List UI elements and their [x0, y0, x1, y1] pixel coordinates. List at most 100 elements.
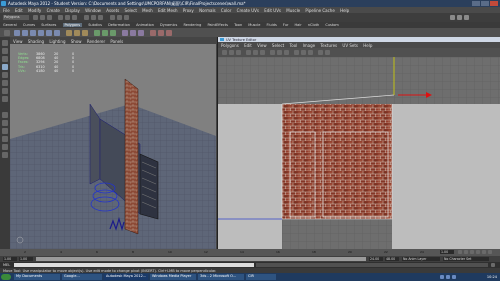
uv-grid-icon[interactable] — [284, 50, 289, 55]
play-forwards-icon[interactable] — [476, 250, 480, 254]
shelf-tab-subdivs[interactable]: Subdivs — [88, 23, 102, 27]
maximize-icon[interactable] — [481, 1, 489, 6]
uv-planar-map-icon[interactable] — [150, 30, 156, 36]
channel-box-icon[interactable] — [464, 15, 469, 20]
persp-graph-layout-icon[interactable] — [2, 136, 8, 142]
select-tool-icon[interactable] — [2, 40, 8, 46]
shelf-tab-animation[interactable]: Animation — [136, 23, 154, 27]
shelf-menu-icon[interactable] — [4, 30, 10, 36]
rotate-tool-icon[interactable] — [2, 72, 8, 78]
append-polygon-icon[interactable] — [110, 30, 116, 36]
close-icon[interactable] — [490, 1, 498, 6]
persp-outliner-layout-icon[interactable] — [2, 128, 8, 134]
uv-cut-icon[interactable] — [246, 50, 251, 55]
paint-select-tool-icon[interactable] — [2, 56, 8, 62]
uv-layout-icon[interactable] — [270, 50, 275, 55]
hypershade-layout-icon[interactable] — [2, 144, 8, 150]
shelf-tab-fur[interactable]: Fur — [283, 23, 288, 27]
play-backwards-icon[interactable] — [470, 250, 474, 254]
save-scene-icon[interactable] — [47, 15, 52, 20]
snap-curve-icon[interactable] — [91, 15, 96, 20]
tool-settings-icon[interactable] — [457, 15, 462, 20]
split-polygon-icon[interactable] — [130, 30, 136, 36]
uv-flip-v-icon[interactable] — [229, 50, 234, 55]
scale-tool-icon[interactable] — [2, 80, 8, 86]
panel-menu-show[interactable]: Show — [71, 39, 82, 44]
panel-menu-panels[interactable]: Panels — [110, 39, 123, 44]
poly-torus-icon[interactable] — [54, 30, 60, 36]
uv-sew-icon[interactable] — [253, 50, 258, 55]
render-icon[interactable] — [110, 15, 115, 20]
shelf-tab-dynamics[interactable]: Dynamics — [160, 23, 177, 27]
ipr-render-icon[interactable] — [117, 15, 122, 20]
tray-volume-icon[interactable] — [446, 275, 450, 279]
poly-cone-icon[interactable] — [38, 30, 44, 36]
uv-cylindrical-map-icon[interactable] — [158, 30, 164, 36]
taskbar-button[interactable]: Windows Media Player — [150, 274, 196, 280]
extract-icon[interactable] — [82, 30, 88, 36]
panel-menu-view[interactable]: View — [13, 39, 23, 44]
uv-dim-image-icon[interactable] — [308, 50, 313, 55]
uv-flip-u-icon[interactable] — [222, 50, 227, 55]
snap-point-icon[interactable] — [98, 15, 103, 20]
menu-set-dropdown[interactable]: Polygons — [3, 15, 29, 20]
shelf-tab-painteffects[interactable]: PaintEffects — [207, 23, 228, 27]
character-set-dropdown[interactable]: No Character Set — [443, 257, 489, 261]
uv-canvas[interactable] — [218, 57, 500, 249]
start-button-icon[interactable] — [1, 274, 11, 280]
shelf-tab-general[interactable]: General — [3, 23, 17, 27]
move-tool-icon[interactable] — [2, 64, 8, 70]
uv-spherical-map-icon[interactable] — [166, 30, 172, 36]
range-slider-bar[interactable] — [36, 257, 366, 261]
shelf-tab-rendering[interactable]: Rendering — [183, 23, 201, 27]
shelf-tab-ncloth[interactable]: nCloth — [308, 23, 319, 27]
uv-rotate-icon[interactable] — [236, 50, 241, 55]
insert-edge-loop-icon[interactable] — [138, 30, 144, 36]
go-to-start-icon[interactable] — [458, 250, 462, 254]
go-to-end-icon[interactable] — [488, 250, 492, 254]
open-scene-icon[interactable] — [40, 15, 45, 20]
start-time-field[interactable]: 1.00 — [3, 257, 17, 261]
render-settings-icon[interactable] — [124, 15, 129, 20]
taskbar-button[interactable]: My Documents — [14, 274, 60, 280]
select-hierarchy-icon[interactable] — [58, 15, 63, 20]
taskbar-button[interactable]: CIR — [246, 274, 276, 280]
playback-end-field[interactable]: 24.00 — [369, 257, 383, 261]
poly-sphere-icon[interactable] — [14, 30, 20, 36]
taskbar-button[interactable]: 3ds - 2 Microsoft O... — [198, 274, 244, 280]
lasso-tool-icon[interactable] — [2, 48, 8, 54]
select-object-icon[interactable] — [65, 15, 70, 20]
last-tool-icon[interactable] — [2, 96, 8, 102]
taskbar-button[interactable]: Autodesk Maya 2012... — [104, 274, 148, 280]
poly-cube-icon[interactable] — [22, 30, 28, 36]
uv-unfold-icon[interactable] — [260, 50, 265, 55]
snap-grid-icon[interactable] — [84, 15, 89, 20]
uv-editor-layout-icon[interactable] — [2, 152, 8, 158]
shelf-tab-deformation[interactable]: Deformation — [108, 23, 130, 27]
select-component-icon[interactable] — [72, 15, 77, 20]
step-back-icon[interactable] — [464, 250, 468, 254]
playback-start-field[interactable]: 1.00 — [19, 257, 33, 261]
current-frame-field[interactable]: 1.00 — [440, 250, 454, 254]
shelf-tab-fluids[interactable]: Fluids — [267, 23, 277, 27]
uv-align-icon[interactable] — [277, 50, 282, 55]
poly-cylinder-icon[interactable] — [30, 30, 36, 36]
shelf-tab-toon[interactable]: Toon — [234, 23, 242, 27]
perspective-viewport[interactable]: Verts: 3860 20 0 Edges: 6808 40 0 Faces: 3294 20… — [10, 44, 216, 249]
attribute-editor-icon[interactable] — [450, 15, 455, 20]
bridge-icon[interactable] — [102, 30, 108, 36]
shelf-tab-surfaces[interactable]: Surfaces — [41, 23, 56, 27]
shelf-tab-muscle[interactable]: Muscle — [248, 23, 260, 27]
manipulator-tool-icon[interactable] — [2, 88, 8, 94]
shelf-tab-hair[interactable]: Hair — [295, 23, 302, 27]
panel-menu-renderer[interactable]: Renderer — [87, 39, 105, 44]
anim-layer-dropdown[interactable]: No Anim Layer — [402, 257, 440, 261]
uv-display-image-icon[interactable] — [301, 50, 306, 55]
uv-checker-icon[interactable] — [325, 50, 330, 55]
new-scene-icon[interactable] — [33, 15, 38, 20]
tray-network-icon[interactable] — [440, 275, 444, 279]
taskbar-button[interactable]: Google... — [62, 274, 102, 280]
separate-icon[interactable] — [74, 30, 80, 36]
script-editor-icon[interactable] — [491, 263, 495, 267]
shelf-tab-curves[interactable]: Curves — [23, 23, 35, 27]
